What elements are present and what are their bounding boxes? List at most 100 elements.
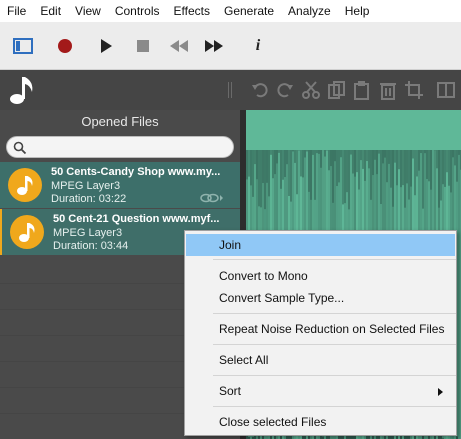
waveform-gap [418, 150, 420, 171]
sort-label: Sort [219, 384, 242, 398]
file-title: 50 Cents-Candy Shop www.my... [51, 166, 221, 178]
panel-title: Opened Files [81, 114, 159, 129]
waveform-gap [356, 150, 358, 173]
menu-bar: File Edit View Controls Effects Generate… [0, 0, 461, 22]
waveform-gap [448, 150, 450, 186]
trim-icon[interactable] [436, 80, 456, 100]
delete-icon[interactable] [378, 80, 398, 100]
menu-help[interactable]: Help [338, 0, 377, 22]
waveform-gap [374, 150, 376, 160]
info-icon[interactable]: i [246, 34, 270, 58]
waveform-gap [404, 150, 406, 208]
waveform-gap [354, 150, 356, 177]
waveform-gap [386, 150, 388, 183]
redo-icon[interactable] [275, 80, 295, 100]
waveform-gap [332, 150, 334, 203]
menu-item-join[interactable]: Join [186, 234, 455, 256]
paste-icon[interactable] [352, 80, 372, 100]
play-icon[interactable] [94, 34, 118, 58]
waveform-bar [458, 150, 460, 439]
waveform-gap [376, 150, 378, 175]
waveform-gap [370, 150, 372, 200]
waveform-gap [430, 150, 432, 190]
menu-item-convert-to-mono[interactable]: Convert to Mono [186, 265, 455, 287]
waveform-gap [302, 150, 304, 178]
crop-icon[interactable] [404, 80, 424, 100]
undo-icon[interactable] [250, 80, 270, 100]
music-file-icon [8, 168, 42, 202]
waveform-gap [394, 150, 396, 163]
waveform-gap [382, 150, 384, 164]
waveform-gap [286, 150, 288, 165]
search-icon [13, 141, 27, 155]
music-note-icon [8, 74, 38, 106]
waveform-gap [406, 150, 408, 184]
waveform-gap [392, 150, 394, 207]
waveform-gap [426, 150, 428, 179]
menu-separator [213, 259, 456, 260]
menu-item-select-all[interactable]: Select All [186, 349, 455, 371]
link-icon[interactable] [200, 192, 224, 206]
copy-icon[interactable] [327, 80, 347, 100]
waveform-gap [294, 150, 296, 163]
menu-effects[interactable]: Effects [167, 0, 217, 22]
menu-controls[interactable]: Controls [108, 0, 167, 22]
waveform-gap [342, 150, 344, 205]
record-icon[interactable] [53, 34, 77, 58]
file-item-candy-shop[interactable]: 50 Cents-Candy Shop www.my... MPEG Layer… [0, 162, 240, 208]
search-input[interactable] [6, 136, 234, 158]
waveform-gap [272, 150, 274, 179]
waveform-gap [388, 150, 390, 164]
file-format: MPEG Layer3 [53, 227, 123, 239]
waveform-gap [280, 150, 282, 189]
waveform-gap [276, 150, 278, 164]
waveform-gap [284, 150, 286, 178]
waveform-gap [398, 150, 400, 170]
drag-handle-icon[interactable] [226, 80, 246, 100]
waveform-gap [262, 150, 264, 184]
menu-item-sort[interactable]: Sort [186, 380, 455, 402]
menu-item-repeat-noise-reduction[interactable]: Repeat Noise Reduction on Selected Files [186, 318, 455, 340]
waveform-gap [372, 150, 374, 176]
waveform-gap [424, 150, 426, 154]
menu-edit[interactable]: Edit [33, 0, 68, 22]
cut-icon[interactable] [301, 80, 321, 100]
fast-forward-icon[interactable] [202, 34, 226, 58]
editor-toolbar [0, 70, 461, 110]
menu-item-close-selected-files[interactable]: Close selected Files [186, 411, 455, 433]
waveform-gap [350, 150, 352, 155]
waveform-gap [364, 150, 366, 181]
waveform-gap [396, 150, 398, 186]
layout-icon[interactable] [11, 34, 35, 58]
waveform-gap [312, 150, 314, 155]
waveform-gap [440, 150, 442, 201]
waveform-gap [410, 150, 412, 187]
submenu-arrow-icon [438, 388, 443, 396]
waveform-gap [454, 150, 456, 166]
waveform-gap [380, 150, 382, 205]
waveform-gap [450, 150, 452, 193]
waveform-gap [278, 150, 280, 153]
waveform-gap [412, 150, 414, 159]
waveform-gap [256, 150, 258, 180]
rewind-icon[interactable] [167, 34, 191, 58]
menu-analyze[interactable]: Analyze [281, 0, 338, 22]
menu-generate[interactable]: Generate [217, 0, 281, 22]
waveform-gap [318, 150, 320, 154]
waveform-gap [334, 150, 336, 162]
stop-icon[interactable] [131, 34, 155, 58]
waveform-gap [270, 150, 272, 155]
waveform-gap [254, 150, 256, 165]
waveform-gap [252, 150, 254, 197]
menu-file[interactable]: File [0, 0, 33, 22]
waveform-gap [296, 150, 298, 195]
waveform-gap [274, 150, 276, 175]
menu-item-convert-sample-type[interactable]: Convert Sample Type... [186, 287, 455, 309]
waveform-gap [444, 150, 446, 187]
waveform-gap [314, 150, 316, 200]
waveform-gap [268, 150, 270, 197]
menu-separator [213, 344, 456, 345]
waveform-gap [328, 150, 330, 171]
menu-view[interactable]: View [68, 0, 108, 22]
waveform-gap [384, 150, 386, 158]
